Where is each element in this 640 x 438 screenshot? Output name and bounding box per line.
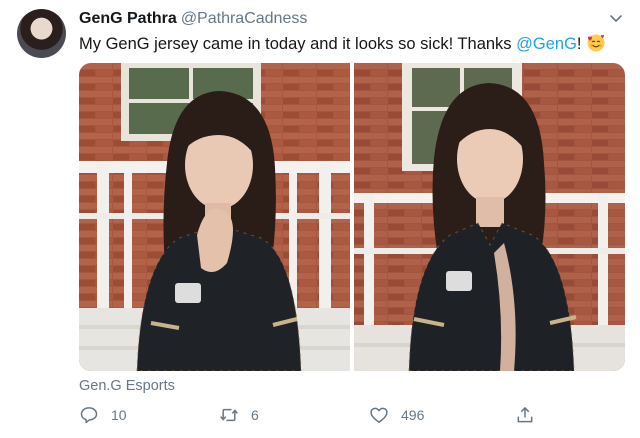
reply-count: 10 — [111, 407, 127, 423]
retweet-button[interactable]: 6 — [219, 405, 259, 425]
author-name[interactable]: GenG Pathra — [79, 10, 177, 27]
tweet-card: GenG Pathra @PathraCadness My GenG jersey… — [0, 0, 640, 438]
tweet-media — [79, 63, 625, 371]
share-button[interactable] — [515, 405, 535, 425]
heart-icon — [370, 407, 388, 423]
retweet-icon — [220, 408, 238, 422]
avatar[interactable] — [17, 9, 66, 58]
tweet-text-end: ! — [576, 35, 582, 53]
tweet-source-label[interactable]: Gen.G Esports — [79, 378, 175, 394]
tweet-header: GenG Pathra @PathraCadness — [79, 9, 307, 29]
share-icon — [517, 406, 533, 423]
like-button[interactable]: 496 — [369, 405, 424, 425]
smiling-face-with-hearts-icon — [586, 33, 606, 53]
photo-right[interactable] — [354, 63, 625, 371]
reply-button[interactable]: 10 — [79, 405, 127, 425]
tweet-text-body: My GenG jersey came in today and it look… — [79, 35, 517, 53]
photo-left[interactable] — [79, 63, 350, 371]
reply-icon — [80, 407, 98, 424]
chevron-down-icon[interactable] — [608, 10, 624, 26]
mention-link[interactable]: @GenG — [516, 35, 577, 53]
author-handle[interactable]: @PathraCadness — [181, 10, 308, 27]
tweet-text: My GenG jersey came in today and it look… — [79, 33, 606, 55]
tweet-actions: 10 6 496 — [79, 405, 539, 431]
retweet-count: 6 — [251, 407, 259, 423]
like-count: 496 — [401, 407, 425, 423]
